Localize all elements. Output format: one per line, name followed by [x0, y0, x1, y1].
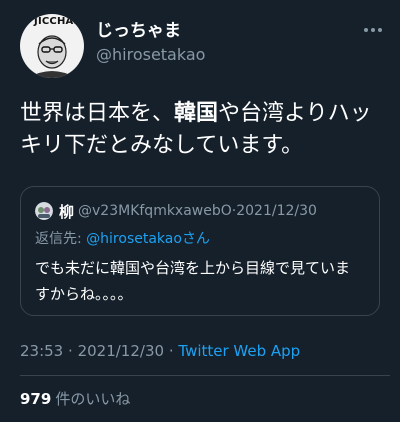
- tweet-meta: 23:53 · 2021/12/30 · Twitter Web App: [20, 342, 300, 360]
- quoted-author-avatar[interactable]: [35, 202, 53, 220]
- divider: [20, 375, 390, 376]
- author-display-name[interactable]: じっちゃま: [96, 20, 205, 42]
- reply-to-label: 返信先:: [35, 231, 82, 247]
- dot: [378, 28, 382, 32]
- more-horizontal-icon[interactable]: [364, 28, 382, 34]
- author-avatar[interactable]: G JICCHAN: [20, 14, 84, 78]
- quoted-tweet[interactable]: 柳 @v23MKfqmkxawebO · 2021/12/30 返信先: @hi…: [20, 186, 380, 316]
- dot: [371, 28, 375, 32]
- reply-mention-suffix: さん: [181, 231, 210, 247]
- tweet-header: G JICCHAN じっちゃま @hirosetakao: [20, 14, 390, 78]
- quoted-avatar-image: [35, 202, 53, 220]
- quoted-date[interactable]: 2021/12/30: [236, 203, 317, 219]
- avatar-banner-text: G JICCHAN: [21, 16, 83, 27]
- author-handle[interactable]: @hirosetakao: [96, 44, 205, 66]
- tweet-text-bold: 韓国: [174, 101, 219, 126]
- tweet-date[interactable]: 2021/12/30: [78, 342, 164, 360]
- author-info[interactable]: じっちゃま @hirosetakao: [96, 20, 205, 66]
- meta-separator: ·: [68, 342, 73, 360]
- meta-separator: ·: [168, 342, 174, 360]
- dot: [364, 28, 368, 32]
- tweet-source-link[interactable]: Twitter Web App: [178, 342, 300, 360]
- likes-count: 979: [20, 390, 52, 408]
- quoted-author-handle[interactable]: @v23MKfqmkxawebO: [78, 203, 232, 219]
- quoted-tweet-text: でも未だに韓国や台湾を上から目線で見ていますからね。。。。: [35, 259, 351, 303]
- tweet-text-before: 世界は日本を、: [20, 101, 175, 126]
- quoted-author-name[interactable]: 柳: [59, 201, 74, 222]
- likes-summary[interactable]: 979 件のいいね: [20, 388, 130, 409]
- quoted-tweet-header: 柳 @v23MKfqmkxawebO · 2021/12/30: [35, 200, 317, 222]
- reply-to-line: 返信先: @hirosetakaoさん: [35, 228, 210, 248]
- reply-mention-link[interactable]: @hirosetakao: [86, 231, 182, 247]
- tweet-time[interactable]: 23:53: [20, 342, 63, 360]
- tweet-text: 世界は日本を、韓国や台湾よりハッキリ下だとみなしています。: [20, 98, 388, 162]
- likes-label: 件のいいね: [55, 390, 131, 408]
